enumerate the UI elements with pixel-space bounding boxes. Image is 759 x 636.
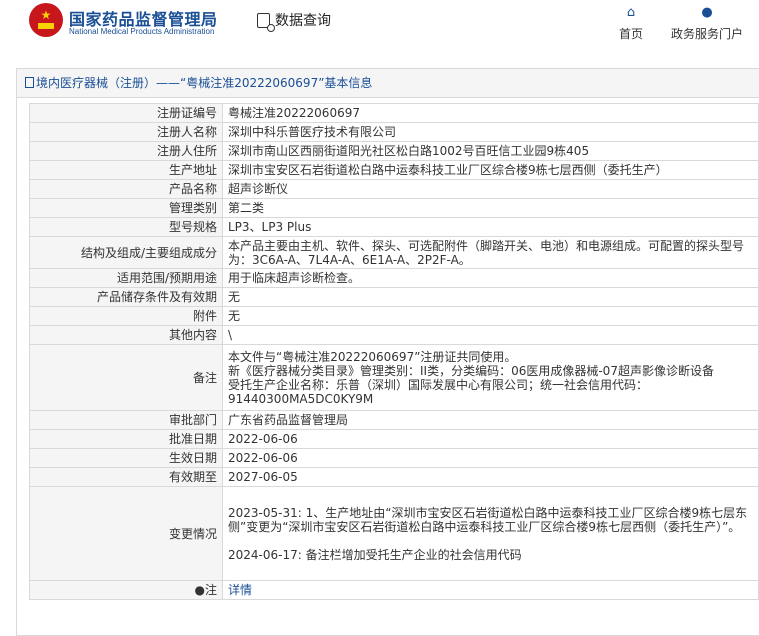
table-row: 注册证编号 粤械注准20222060697 bbox=[29, 103, 759, 123]
field-label: 型号规格 bbox=[29, 217, 223, 237]
field-value: 第二类 bbox=[222, 198, 759, 218]
field-value: \ bbox=[222, 325, 759, 345]
data-query-label: 数据查询 bbox=[275, 13, 331, 29]
field-label: 变更情况 bbox=[29, 486, 223, 581]
details-link[interactable]: 详情 bbox=[228, 583, 252, 597]
document-search-icon bbox=[257, 13, 275, 32]
field-label: 其他内容 bbox=[29, 325, 223, 345]
nav-home[interactable]: ⌂ 首页 bbox=[611, 6, 651, 42]
remark-line: 受托生产企业名称：乐普（深圳）国际发展中心有限公司；统一社会信用代码：91440… bbox=[228, 377, 649, 406]
table-row: 产品名称 超声诊断仪 bbox=[29, 179, 759, 199]
field-value: 超声诊断仪 bbox=[222, 179, 759, 199]
field-label: 生产地址 bbox=[29, 160, 223, 180]
field-label: 审批部门 bbox=[29, 410, 223, 430]
table-row: 有效期至 2027-06-05 bbox=[29, 467, 759, 487]
remark-line: 新《医疗器械分类目录》管理类别：II类，分类编码：06医用成像器械-07超声影像… bbox=[228, 363, 714, 378]
field-label: 管理类别 bbox=[29, 198, 223, 218]
field-label: 注册人名称 bbox=[29, 122, 223, 142]
user-icon: ● bbox=[701, 5, 713, 20]
table-row: 批准日期 2022-06-06 bbox=[29, 429, 759, 449]
table-row: 其他内容 \ bbox=[29, 325, 759, 345]
note-value: 详情 bbox=[222, 580, 759, 600]
change-entry: 2023-05-31: 1、生产地址由“深圳市宝安区石岩街道松白路中运泰科技工业… bbox=[228, 505, 748, 534]
field-value: 深圳中科乐普医疗技术有限公司 bbox=[222, 122, 759, 142]
note-label: 注 bbox=[204, 583, 217, 597]
home-icon: ⌂ bbox=[626, 5, 636, 20]
field-value: 本文件与“粤械注准20222060697”注册证共同使用。 新《医疗器械分类目录》… bbox=[222, 344, 759, 411]
table-row-note: ●注 详情 bbox=[29, 580, 759, 600]
field-label: 注册证编号 bbox=[29, 103, 223, 123]
national-emblem-icon: ★ bbox=[29, 3, 63, 37]
remark-line: 本文件与“粤械注准20222060697”注册证共同使用。 bbox=[228, 349, 517, 364]
pin-icon: ● bbox=[194, 583, 205, 597]
note-label-cell: ●注 bbox=[29, 580, 223, 600]
table-row: 管理类别 第二类 bbox=[29, 198, 759, 218]
nav-home-label: 首页 bbox=[618, 27, 643, 41]
nav-portal-label: 政务服务门户 bbox=[670, 27, 743, 41]
field-value: 2027-06-05 bbox=[222, 467, 759, 487]
nav-service-portal[interactable]: ● 政务服务门户 bbox=[666, 6, 748, 42]
field-label: 适用范围/预期用途 bbox=[29, 268, 223, 288]
table-row: 生产地址 深圳市宝安区石岩街道松白路中运泰科技工业厂区综合楼9栋七层西侧（委托生产… bbox=[29, 160, 759, 180]
field-value: 深圳市宝安区石岩街道松白路中运泰科技工业厂区综合楼9栋七层西侧（委托生产） bbox=[222, 160, 759, 180]
field-value: 本产品主要由主机、软件、探头、可选配附件（脚踏开关、电池）和电源组成。可配置的探… bbox=[222, 236, 759, 269]
field-value: 用于临床超声诊断检查。 bbox=[222, 268, 759, 288]
field-value: 深圳市南山区西丽街道阳光社区松白路1002号百旺信工业园9栋405 bbox=[222, 141, 759, 161]
table-row: 备注 本文件与“粤械注准20222060697”注册证共同使用。 新《医疗器械分类目… bbox=[29, 344, 759, 411]
table-row: 结构及组成/主要组成成分 本产品主要由主机、软件、探头、可选配附件（脚踏开关、电池… bbox=[29, 236, 759, 269]
brand-subtitle: National Medical Products Administration bbox=[69, 27, 215, 36]
field-label: 产品名称 bbox=[29, 179, 223, 199]
breadcrumb-text: 境内医疗器械（注册）——“粤械注准20222060697”基本信息 bbox=[36, 76, 373, 90]
field-value: LP3、LP3 Plus bbox=[222, 217, 759, 237]
change-entry: 2024-06-17: 备注栏增加受托生产企业的社会信用代码 bbox=[228, 547, 522, 562]
field-label: 备注 bbox=[29, 344, 223, 411]
field-label: 产品储存条件及有效期 bbox=[29, 287, 223, 307]
field-value: 2022-06-06 bbox=[222, 448, 759, 468]
document-icon bbox=[25, 77, 34, 88]
detail-table: 注册证编号 粤械注准20222060697 注册人名称 深圳中科乐普医疗技术有限公司注… bbox=[29, 103, 759, 600]
field-value: 广东省药品监督管理局 bbox=[222, 410, 759, 430]
field-value: 无 bbox=[222, 287, 759, 307]
field-label: 注册人住所 bbox=[29, 141, 223, 161]
field-label: 生效日期 bbox=[29, 448, 223, 468]
breadcrumb: 境内医疗器械（注册）——“粤械注准20222060697”基本信息 bbox=[17, 69, 759, 98]
field-label: 有效期至 bbox=[29, 467, 223, 487]
table-row: 审批部门 广东省药品监督管理局 bbox=[29, 410, 759, 430]
table-row: 注册人名称 深圳中科乐普医疗技术有限公司 bbox=[29, 122, 759, 142]
table-row: 生效日期 2022-06-06 bbox=[29, 448, 759, 468]
field-label: 结构及组成/主要组成成分 bbox=[29, 236, 223, 269]
field-value: 粤械注准20222060697 bbox=[222, 103, 759, 123]
table-row: 附件无 bbox=[29, 306, 759, 326]
table-row: 型号规格 LP3、LP3 Plus bbox=[29, 217, 759, 237]
table-row-change-history: 变更情况 2023-05-31: 1、生产地址由“深圳市宝安区石岩街道松白路中运泰… bbox=[29, 486, 759, 581]
table-row: 注册人住所 深圳市南山区西丽街道阳光社区松白路1002号百旺信工业园9栋405 bbox=[29, 141, 759, 161]
change-history: 2023-05-31: 1、生产地址由“深圳市宝安区石岩街道松白路中运泰科技工业… bbox=[222, 486, 759, 581]
field-value: 无 bbox=[222, 306, 759, 326]
table-row: 适用范围/预期用途 用于临床超声诊断检查。 bbox=[29, 268, 759, 288]
field-value: 2022-06-06 bbox=[222, 429, 759, 449]
data-query-link[interactable]: 数据查询 bbox=[257, 10, 331, 32]
field-label: 附件 bbox=[29, 306, 223, 326]
table-row: 产品储存条件及有效期无 bbox=[29, 287, 759, 307]
detail-panel: 境内医疗器械（注册）——“粤械注准20222060697”基本信息 注册证编号粤… bbox=[16, 68, 759, 636]
site-header: ★ 国家药品监督管理局 National Medical Products Ad… bbox=[0, 0, 759, 57]
field-label: 批准日期 bbox=[29, 429, 223, 449]
